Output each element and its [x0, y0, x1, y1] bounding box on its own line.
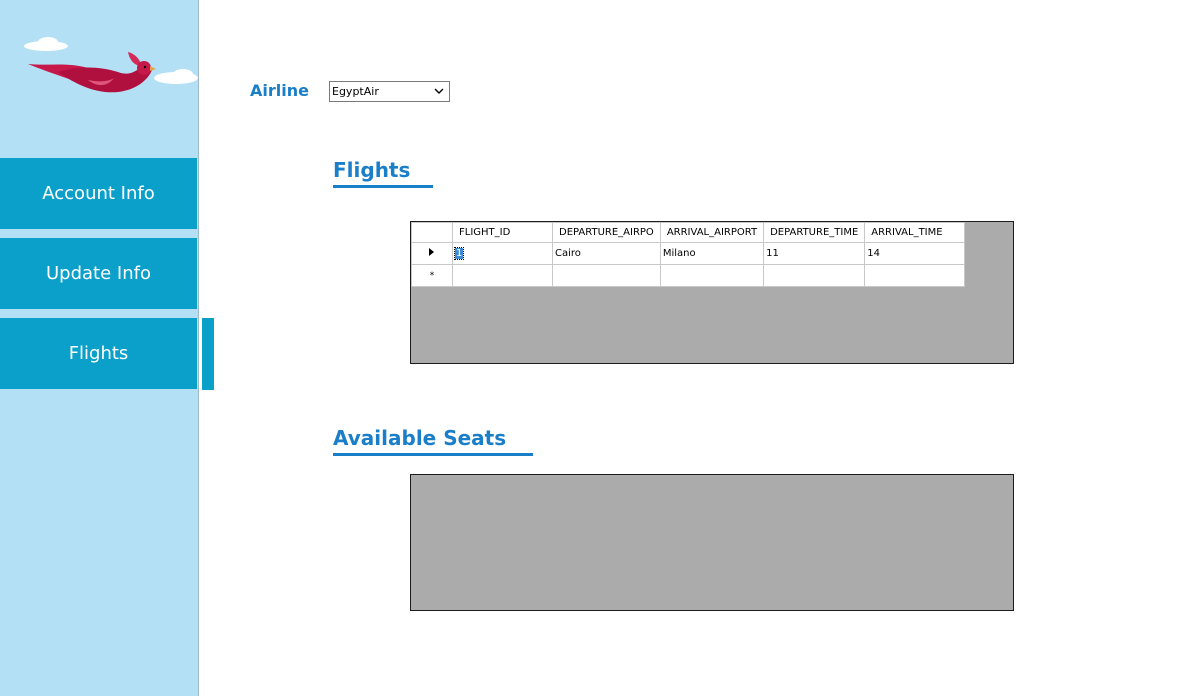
- title-underline: [333, 453, 533, 456]
- column-header[interactable]: DEPARTURE_TIME: [763, 222, 866, 243]
- row-header-corner: [411, 222, 453, 243]
- flying-red-bird-logo: [24, 37, 198, 93]
- table-cell[interactable]: 11: [763, 242, 866, 265]
- sidebar: Account Info Update Info Flights: [0, 0, 199, 696]
- seats-title-text: Available Seats: [333, 426, 507, 450]
- sidebar-item-flights[interactable]: Flights: [0, 318, 197, 389]
- flights-section-title: Flights: [333, 158, 433, 188]
- column-header[interactable]: DEPARTURE_AIRPO: [552, 222, 661, 243]
- available-seats-grid[interactable]: [410, 474, 1014, 611]
- table-row[interactable]: 1 Cairo Milano 11 14: [411, 242, 966, 265]
- title-underline: [333, 185, 433, 188]
- chevron-down-icon: [434, 88, 444, 94]
- column-header[interactable]: ARRIVAL_AIRPORT: [659, 222, 765, 243]
- active-tab-indicator: [202, 318, 214, 390]
- flights-table: FLIGHT_ID DEPARTURE_AIRPO ARRIVAL_AIRPOR…: [411, 222, 966, 287]
- flights-title-text: Flights: [333, 158, 411, 182]
- table-header-row: FLIGHT_ID DEPARTURE_AIRPO ARRIVAL_AIRPOR…: [411, 222, 966, 243]
- table-cell[interactable]: [552, 264, 661, 287]
- table-cell[interactable]: [864, 264, 966, 287]
- flights-grid[interactable]: FLIGHT_ID DEPARTURE_AIRPO ARRIVAL_AIRPOR…: [410, 221, 1014, 364]
- sidebar-item-label: Flights: [68, 343, 129, 364]
- airline-dropdown[interactable]: EgyptAir: [329, 81, 450, 102]
- table-cell[interactable]: [659, 264, 765, 287]
- sidebar-item-label: Account Info: [42, 183, 155, 204]
- airline-selected-value: EgyptAir: [332, 85, 379, 98]
- available-seats-section-title: Available Seats: [333, 426, 533, 456]
- sidebar-item-account-info[interactable]: Account Info: [0, 158, 197, 229]
- current-row-arrow-icon[interactable]: [411, 242, 453, 265]
- table-cell[interactable]: [763, 264, 866, 287]
- sidebar-item-label: Update Info: [46, 263, 151, 284]
- new-row[interactable]: *: [411, 264, 966, 287]
- cell-value: 1: [453, 247, 465, 260]
- table-cell[interactable]: 14: [864, 242, 966, 265]
- table-cell[interactable]: 1: [452, 242, 553, 265]
- table-cell[interactable]: Cairo: [552, 242, 661, 265]
- airline-label: Airline: [250, 81, 309, 100]
- app-window: Account Info Update Info Flights Airline…: [0, 0, 1196, 696]
- table-cell[interactable]: Milano: [659, 242, 765, 265]
- table-cell[interactable]: [452, 264, 553, 287]
- sidebar-item-update-info[interactable]: Update Info: [0, 238, 197, 309]
- column-header[interactable]: FLIGHT_ID: [452, 222, 553, 243]
- new-row-marker: *: [411, 264, 453, 287]
- column-header[interactable]: ARRIVAL_TIME: [864, 222, 966, 243]
- triangle-right-icon: [429, 248, 434, 256]
